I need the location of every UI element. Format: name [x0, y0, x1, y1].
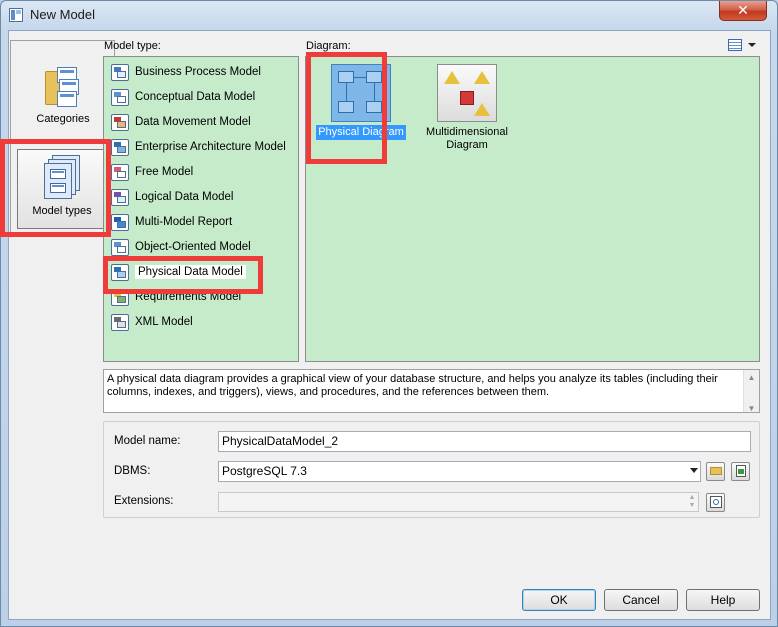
- highlight-box-physical-data-model: [103, 256, 263, 294]
- multi-model-report-icon: [111, 214, 129, 231]
- categories-folder-icon: [43, 65, 83, 109]
- cancel-button[interactable]: Cancel: [604, 589, 678, 611]
- sidebar-item-categories[interactable]: Categories: [19, 65, 107, 135]
- conceptual-data-model-icon: [111, 89, 129, 106]
- close-button[interactable]: ✕: [719, 1, 767, 21]
- description-box[interactable]: A physical data diagram provides a graph…: [103, 369, 760, 413]
- dbms-value: PostgreSQL 7.3: [222, 464, 307, 478]
- highlight-box-model-types: [0, 139, 111, 237]
- highlight-box-physical-diagram: [306, 52, 387, 164]
- extensions-label: Extensions:: [114, 495, 174, 507]
- multidimensional-diagram-icon: [437, 64, 497, 122]
- list-item-free-model[interactable]: Free Model: [108, 162, 294, 183]
- list-item-conceptual-data-model[interactable]: Conceptual Data Model: [108, 87, 294, 108]
- list-item-multi-model-report[interactable]: Multi-Model Report: [108, 212, 294, 233]
- dbms-browse-button[interactable]: [706, 462, 725, 481]
- title-bar[interactable]: New Model ✕: [1, 1, 777, 29]
- view-options-button[interactable]: [726, 37, 758, 54]
- extensions-select-button[interactable]: [706, 493, 725, 512]
- window-title: New Model: [30, 7, 96, 22]
- app-icon: [9, 8, 23, 22]
- folder-icon: [709, 467, 722, 475]
- list-item-enterprise-architecture-model[interactable]: Enterprise Architecture Model: [108, 137, 294, 158]
- extensions-icon: [709, 496, 722, 508]
- dbms-label: DBMS:: [114, 465, 151, 477]
- list-item-data-movement-model[interactable]: Data Movement Model: [108, 112, 294, 133]
- scroll-down-icon: ▼: [747, 404, 756, 413]
- model-type-list[interactable]: Business Process Model Conceptual Data M…: [103, 56, 299, 362]
- help-button[interactable]: Help: [686, 589, 760, 611]
- enterprise-architecture-model-icon: [111, 139, 129, 156]
- dbms-select[interactable]: PostgreSQL 7.3: [218, 461, 701, 482]
- sidebar-item-label: Categories: [36, 113, 90, 125]
- dbms-properties-button[interactable]: [731, 462, 750, 481]
- model-type-label: Model type:: [104, 40, 161, 52]
- business-process-model-icon: [111, 64, 129, 81]
- data-movement-model-icon: [111, 114, 129, 131]
- ok-button[interactable]: OK: [522, 589, 596, 611]
- extensions-input[interactable]: [218, 492, 699, 512]
- diagram-label: Diagram:: [306, 40, 351, 52]
- view-options-icon: [728, 39, 742, 51]
- properties-icon: [735, 465, 746, 477]
- diagram-tile-multidimensional[interactable]: Multidimensional Diagram: [419, 64, 515, 153]
- xml-model-icon: [111, 314, 129, 331]
- object-oriented-model-icon: [111, 239, 129, 256]
- list-item-business-process-model[interactable]: Business Process Model: [108, 62, 294, 83]
- free-model-icon: [111, 164, 129, 181]
- list-item-object-oriented-model[interactable]: Object-Oriented Model: [108, 237, 294, 258]
- model-name-input[interactable]: PhysicalDataModel_2: [218, 431, 751, 452]
- model-name-label: Model name:: [114, 435, 181, 447]
- scroll-up-icon: ▲: [747, 373, 756, 382]
- list-item-xml-model[interactable]: XML Model: [108, 312, 294, 333]
- logical-data-model-icon: [111, 189, 129, 206]
- dropdown-arrow-icon: [690, 468, 698, 473]
- chevron-down-icon: [748, 43, 756, 47]
- extensions-spinner[interactable]: ▲ ▼: [686, 494, 698, 510]
- description-scrollbar[interactable]: ▲ ▼: [743, 370, 759, 413]
- diagram-tile-label: Multidimensional Diagram: [426, 126, 508, 151]
- description-text: A physical data diagram provides a graph…: [107, 373, 718, 398]
- list-item-logical-data-model[interactable]: Logical Data Model: [108, 187, 294, 208]
